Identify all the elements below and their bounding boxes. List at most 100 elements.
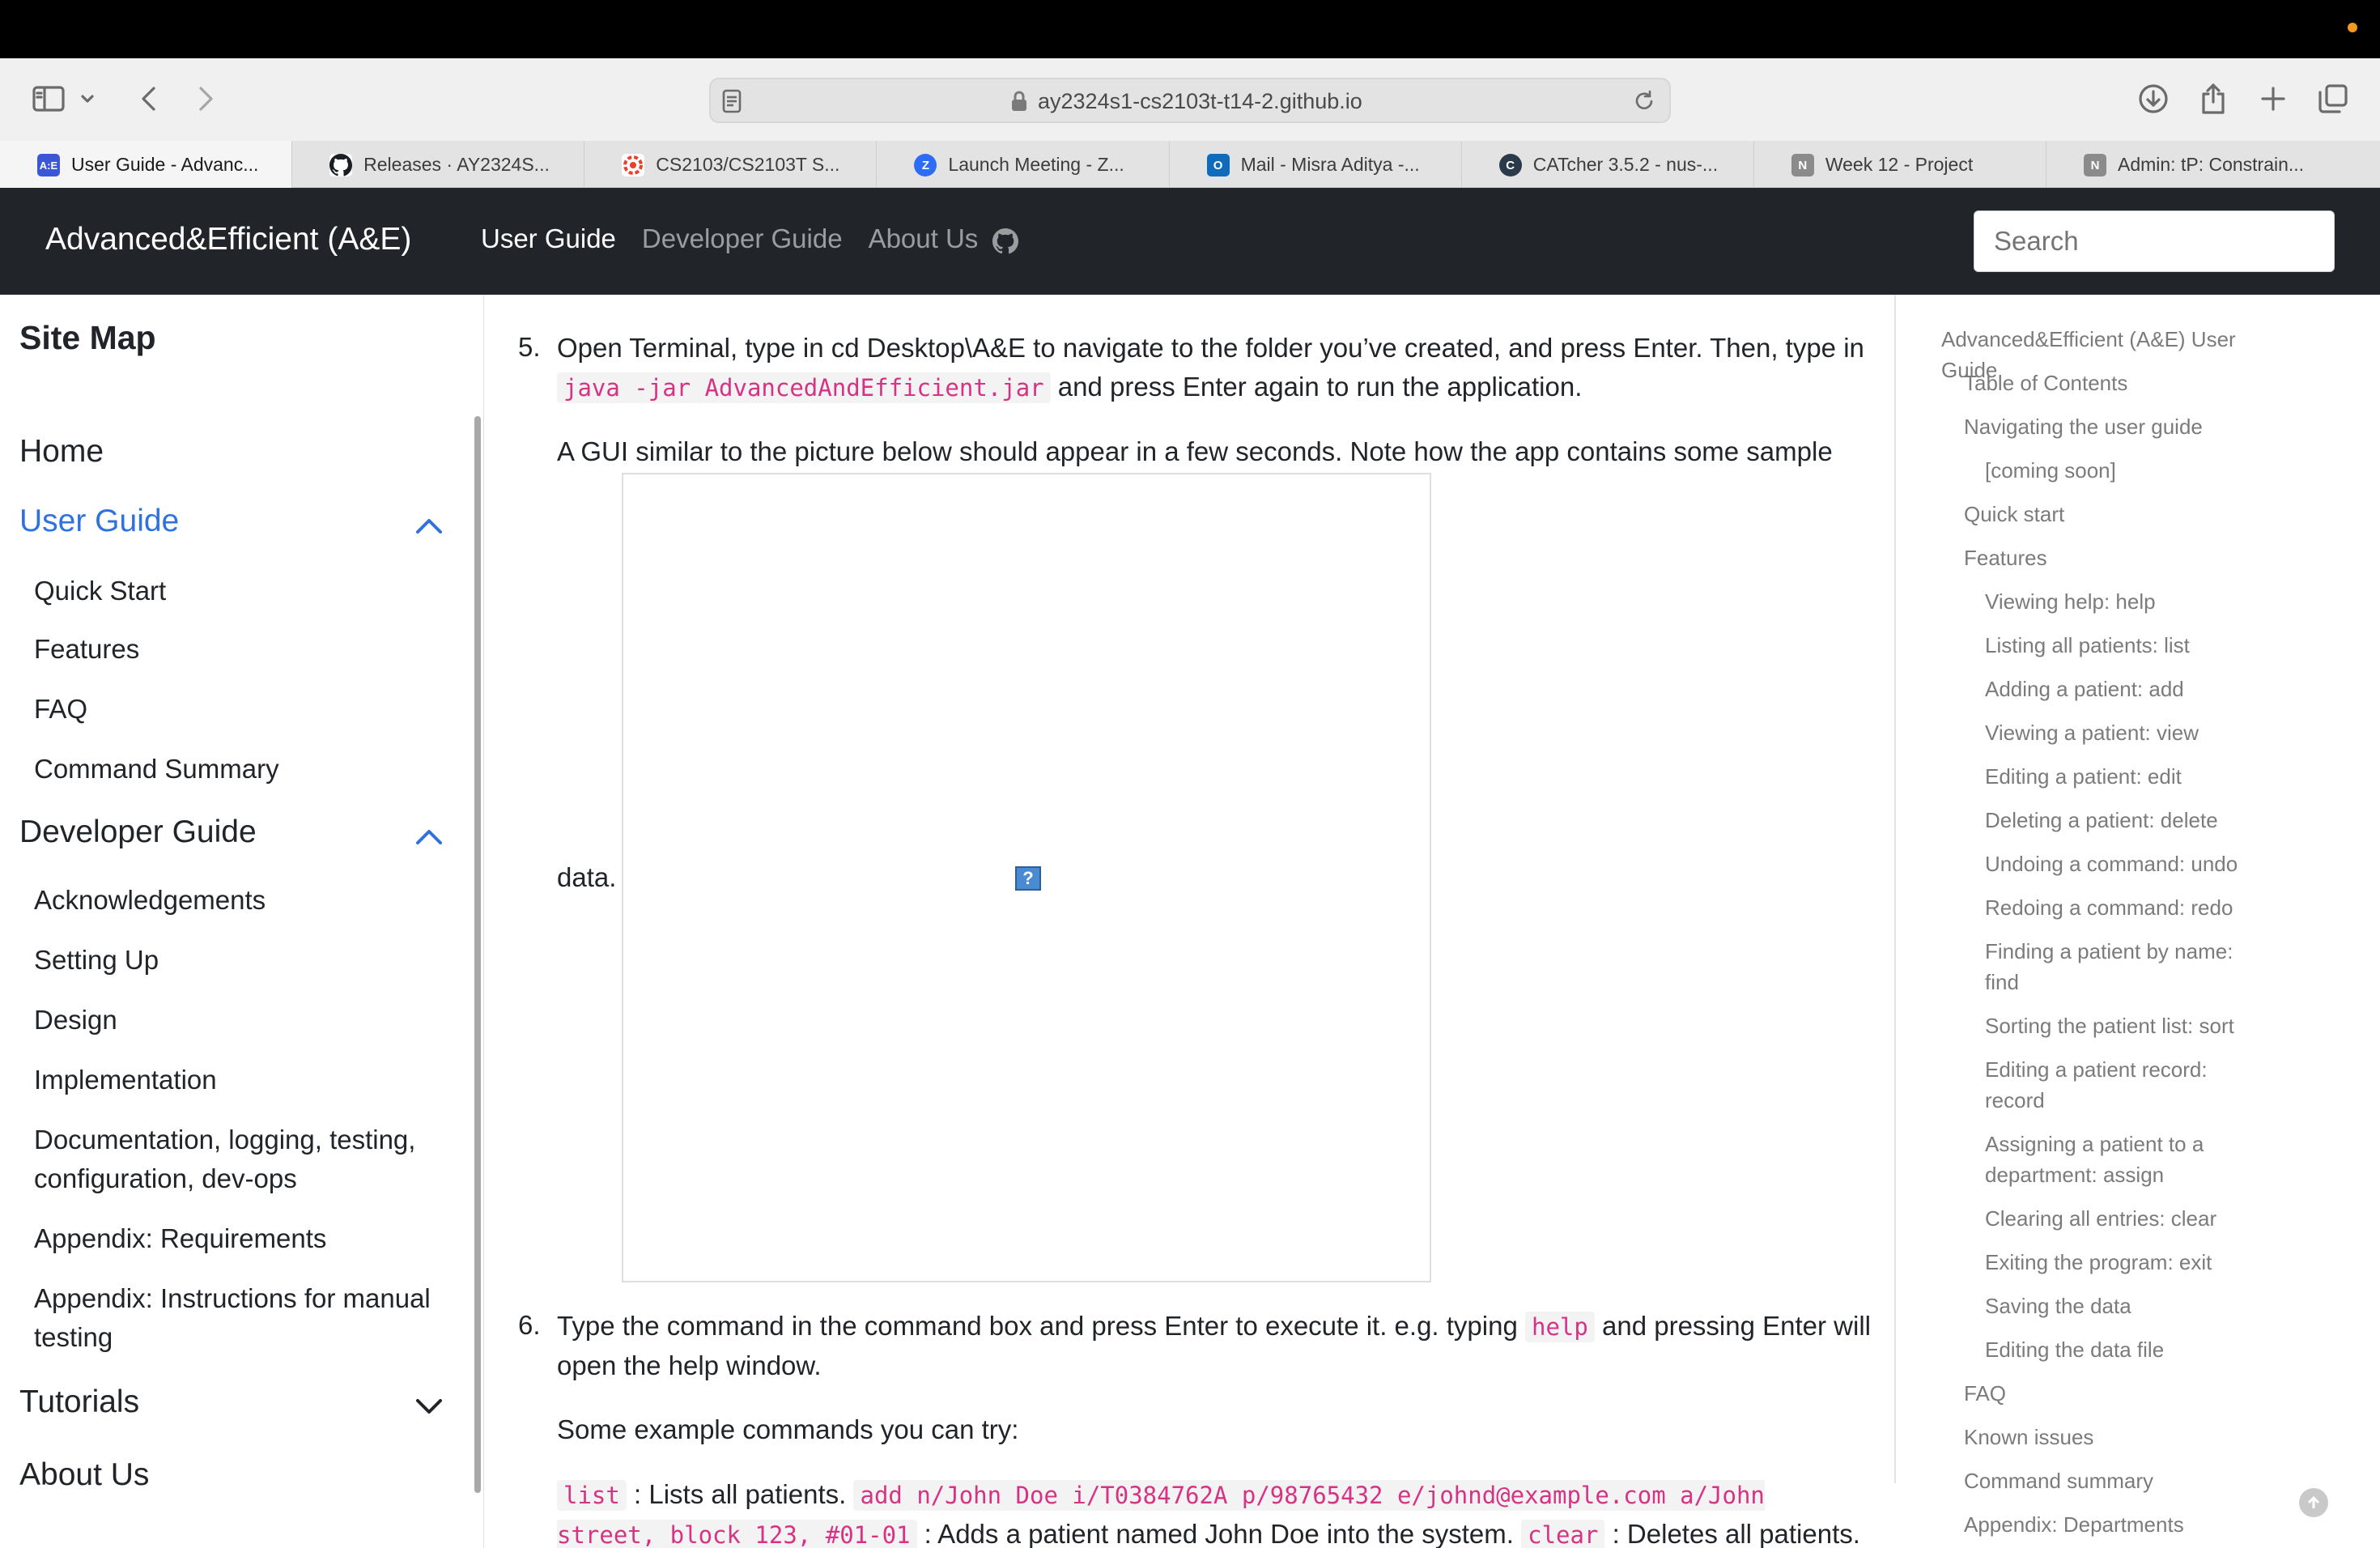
- chevron-down-icon[interactable]: [71, 74, 104, 123]
- os-menu-bar: [0, 0, 2380, 58]
- lock-icon: [1010, 91, 1028, 116]
- tab-user-guide[interactable]: A:E User Guide - Advanc...: [0, 141, 293, 188]
- broken-image-icon: ?: [1015, 866, 1041, 891]
- toc-divider: [1894, 295, 1896, 1483]
- toc-item[interactable]: Editing a patient: edit: [1985, 761, 2252, 792]
- nav-links: User Guide Developer Guide About Us: [481, 223, 978, 254]
- scroll-to-top-button[interactable]: [2299, 1488, 2328, 1517]
- page-toc: Advanced&Efficient (A&E) User Guide Table…: [1894, 295, 2380, 1548]
- browser-toolbar: ay2324s1-cs2103t-t14-2.github.io: [0, 58, 2380, 141]
- sidebar-toggle-icon[interactable]: [24, 74, 73, 123]
- nav-about-us[interactable]: About Us: [869, 223, 979, 254]
- sitemap-scrollbar[interactable]: [474, 416, 481, 1493]
- tab-releases[interactable]: Releases · AY2324S...: [292, 141, 585, 188]
- sitemap-user-guide[interactable]: User Guide: [19, 504, 179, 539]
- arrow-up-icon: [2307, 1495, 2320, 1508]
- tab-admin-constraints[interactable]: N Admin: tP: Constrain...: [2046, 141, 2380, 188]
- toc-item[interactable]: Sorting the patient list: sort: [1985, 1010, 2252, 1041]
- chevron-up-icon[interactable]: [413, 826, 445, 847]
- toc-item[interactable]: Assigning a patient to a department: ass…: [1985, 1129, 2252, 1190]
- forward-arrow-icon[interactable]: [181, 74, 230, 123]
- toc-item[interactable]: Viewing a patient: view: [1985, 717, 2252, 748]
- downloads-icon[interactable]: [2129, 74, 2178, 123]
- sitemap-tutorials[interactable]: Tutorials: [19, 1384, 139, 1420]
- back-arrow-icon[interactable]: [125, 74, 173, 123]
- reload-icon[interactable]: [1632, 89, 1656, 117]
- address-bar[interactable]: ay2324s1-cs2103t-t14-2.github.io: [709, 78, 1671, 123]
- sitemap-implementation[interactable]: Implementation: [34, 1061, 455, 1099]
- notion-favicon-icon: N: [2083, 154, 2106, 176]
- share-icon[interactable]: [2189, 74, 2238, 123]
- toc-item[interactable]: Redoing a command: redo: [1985, 892, 2252, 923]
- toc-item[interactable]: Features: [1964, 542, 2304, 573]
- toc-item[interactable]: Deleting a patient: delete: [1985, 805, 2252, 836]
- toc-item[interactable]: Adding a patient: add: [1985, 674, 2252, 704]
- github-favicon-icon: [329, 154, 353, 176]
- gui-note-end: data.: [557, 862, 617, 892]
- sitemap-home[interactable]: Home: [19, 434, 104, 470]
- sitemap-documentation[interactable]: Documentation, logging, testing, configu…: [34, 1121, 455, 1198]
- step-6-text: Type the command in the command box and …: [557, 1311, 1872, 1380]
- new-tab-plus-icon[interactable]: [2249, 74, 2297, 123]
- page-menu-icon[interactable]: [722, 89, 742, 117]
- toc-item[interactable]: [coming soon]: [1985, 455, 2252, 486]
- toc-item[interactable]: Quick start: [1964, 499, 2304, 529]
- tab-catcher[interactable]: C CATcher 3.5.2 - nus-...: [1462, 141, 1754, 188]
- sitemap-setting-up[interactable]: Setting Up: [34, 941, 455, 980]
- toc-item[interactable]: Undoing a command: undo: [1985, 848, 2252, 879]
- step-number: 5.: [518, 332, 541, 362]
- toc-item[interactable]: FAQ: [1964, 1378, 2304, 1409]
- step-5-text: Open Terminal, type in cd Desktop\A&E to…: [557, 333, 1864, 403]
- main-content: 5. Open Terminal, type in cd Desktop\A&E…: [486, 295, 1894, 1548]
- sitemap-developer-guide[interactable]: Developer Guide: [19, 814, 257, 850]
- nav-developer-guide[interactable]: Developer Guide: [642, 223, 843, 254]
- url-text: ay2324s1-cs2103t-t14-2.github.io: [1038, 89, 1362, 113]
- toc-item[interactable]: Editing a patient record: record: [1985, 1054, 2252, 1116]
- search-input[interactable]: [1974, 211, 2335, 272]
- site-brand[interactable]: Advanced&Efficient (A&E): [45, 222, 411, 257]
- toc-item[interactable]: Clearing all entries: clear: [1985, 1203, 2252, 1234]
- toc-item[interactable]: Saving the data: [1985, 1291, 2252, 1321]
- zoom-favicon-icon: Z: [914, 154, 937, 176]
- tab-cs2103[interactable]: CS2103/CS2103T S...: [584, 141, 878, 188]
- tab-overview-icon[interactable]: [2309, 74, 2357, 123]
- site-navbar: Advanced&Efficient (A&E) User Guide Deve…: [0, 188, 2380, 295]
- sitemap-features[interactable]: Features: [34, 630, 455, 669]
- examples-intro: Some example commands you can try:: [557, 1414, 1019, 1444]
- catcher-favicon-icon: C: [1498, 154, 1522, 176]
- sitemap-acknowledgements[interactable]: Acknowledgements: [34, 881, 455, 920]
- toc-item[interactable]: Finding a patient by name: find: [1985, 936, 2252, 997]
- ae-favicon-icon: A:E: [37, 154, 60, 176]
- tab-outlook-mail[interactable]: O Mail - Misra Aditya -...: [1170, 141, 1462, 188]
- example-commands: list : Lists all patients. add n/John Do…: [557, 1475, 1876, 1548]
- site-map-title: Site Map: [19, 319, 156, 356]
- toc-item[interactable]: Navigating the user guide: [1964, 411, 2304, 442]
- nav-user-guide[interactable]: User Guide: [481, 223, 616, 254]
- site-map-sidebar: Site Map Home User Guide Quick Start Fea…: [0, 295, 484, 1548]
- tab-zoom-meeting[interactable]: Z Launch Meeting - Z...: [877, 141, 1170, 188]
- sitemap-design[interactable]: Design: [34, 1001, 455, 1040]
- inline-code: list: [557, 1480, 627, 1511]
- github-icon[interactable]: [992, 228, 1019, 258]
- sitemap-faq[interactable]: FAQ: [34, 690, 455, 729]
- toc-item[interactable]: Appendix: Departments: [1964, 1509, 2304, 1540]
- sitemap-quick-start[interactable]: Quick Start: [34, 572, 455, 610]
- sitemap-about-us[interactable]: About Us: [19, 1457, 149, 1493]
- inline-code: clear: [1521, 1520, 1605, 1548]
- sitemap-command-summary[interactable]: Command Summary: [34, 750, 455, 789]
- toc-item[interactable]: Table of Contents: [1964, 368, 2304, 398]
- toc-item[interactable]: Listing all patients: list: [1985, 630, 2252, 661]
- sitemap-appendix-manual-testing[interactable]: Appendix: Instructions for manual testin…: [34, 1279, 455, 1357]
- toc-item[interactable]: Editing the data file: [1985, 1334, 2252, 1365]
- chevron-down-icon[interactable]: [413, 1396, 445, 1417]
- toc-item[interactable]: Exiting the program: exit: [1985, 1247, 2252, 1278]
- toc-item[interactable]: Viewing help: help: [1985, 586, 2252, 617]
- outlook-favicon-icon: O: [1206, 154, 1230, 176]
- tab-week-12-project[interactable]: N Week 12 - Project: [1754, 141, 2046, 188]
- step-number: 6.: [518, 1310, 541, 1340]
- inline-code: help: [1525, 1312, 1595, 1342]
- sitemap-appendix-requirements[interactable]: Appendix: Requirements: [34, 1219, 455, 1258]
- chevron-up-icon[interactable]: [413, 515, 445, 536]
- toc-item[interactable]: Known issues: [1964, 1422, 2304, 1452]
- toc-item[interactable]: Command summary: [1964, 1465, 2304, 1496]
